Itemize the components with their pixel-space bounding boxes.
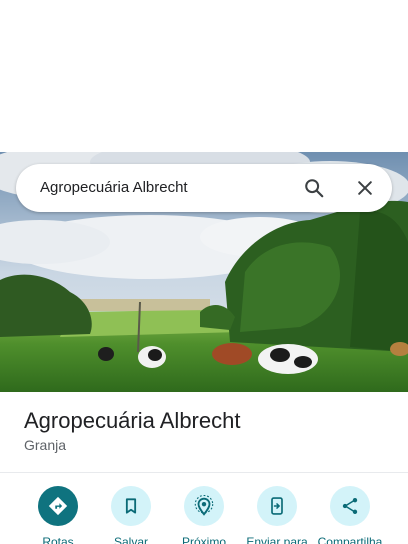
search-input[interactable]: Agropecuária Albrecht xyxy=(40,164,188,212)
nearby-button[interactable]: Próximo xyxy=(164,486,244,544)
search-bar[interactable]: Agropecuária Albrecht xyxy=(16,164,392,212)
divider xyxy=(0,472,408,473)
action-bar: Rotas Salvar Próximo Enviar para Compart… xyxy=(0,486,408,544)
share-label: Compartilha xyxy=(317,535,383,544)
send-to-phone-label: Enviar para xyxy=(246,535,308,544)
nearby-icon xyxy=(184,486,224,526)
place-category: Granja xyxy=(24,437,67,453)
save-button[interactable]: Salvar xyxy=(91,486,171,544)
directions-label: Rotas xyxy=(42,535,74,544)
search-icon[interactable] xyxy=(302,176,326,200)
nearby-label: Próximo xyxy=(181,535,226,544)
send-to-phone-button[interactable]: Enviar para xyxy=(237,486,317,544)
directions-button[interactable]: Rotas xyxy=(18,486,98,544)
close-icon[interactable] xyxy=(353,176,377,200)
share-icon xyxy=(330,486,370,526)
send-to-phone-icon xyxy=(257,486,297,526)
save-label: Salvar xyxy=(113,535,148,544)
top-blank-area xyxy=(0,0,408,152)
share-button[interactable]: Compartilha xyxy=(310,486,390,544)
bookmark-icon xyxy=(111,486,151,526)
place-title: Agropecuária Albrecht xyxy=(24,408,241,433)
directions-icon xyxy=(38,486,78,526)
